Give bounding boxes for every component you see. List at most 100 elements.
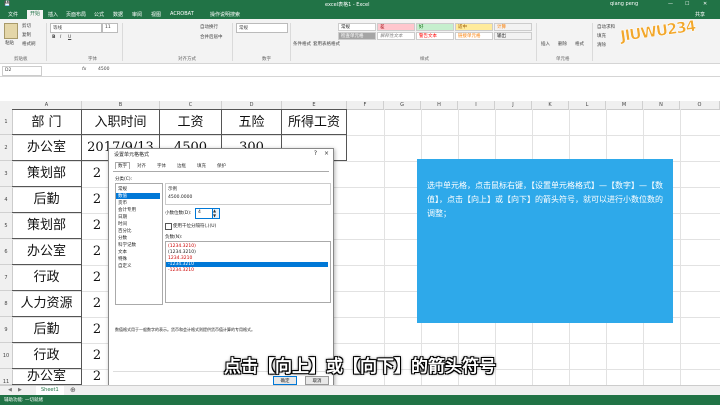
number-format-select[interactable]: 常规 [236,23,288,33]
category-item[interactable]: 文本 [118,249,127,255]
dept-cell[interactable]: 后勤 [12,187,82,213]
style-output[interactable]: 输出 [494,32,532,40]
column-header[interactable]: M [606,101,643,109]
tab-insert[interactable]: 插入 [48,11,58,18]
row-header[interactable]: 6 [0,239,12,265]
category-item[interactable]: 自定义 [118,263,132,269]
formula-input[interactable]: 4500 [98,67,109,72]
style-calc[interactable]: 计算 [494,23,532,31]
negative-option[interactable]: 1234.3210 [168,256,192,261]
italic-button[interactable]: I [60,35,61,40]
style-explain[interactable]: 解释性文本 [377,32,415,40]
fill-button[interactable]: 填充 [597,33,606,39]
tab-review[interactable]: 审阅 [132,11,142,18]
column-header[interactable]: G [384,101,421,109]
wrap-text-button[interactable]: 自动换行 [200,24,218,30]
category-item[interactable]: 日期 [118,214,127,220]
header-salary[interactable]: 工资 [160,109,222,135]
row-header[interactable]: 5 [0,213,12,239]
column-header[interactable]: F [347,101,384,109]
negative-option[interactable]: (1234.3210) [168,244,196,249]
tab-acrobat[interactable]: ACROBAT [170,11,194,17]
date-cell[interactable]: 2 [88,161,106,187]
dialog-tab-alignment[interactable]: 对齐 [135,163,148,169]
paste-button[interactable]: 粘贴 [5,40,14,46]
row-header[interactable]: 3 [0,161,12,187]
column-header[interactable]: L [569,101,606,109]
header-net-salary[interactable]: 所得工资 [282,109,347,135]
category-item[interactable]: 分数 [118,235,127,241]
help-icon[interactable]: ? [314,150,317,157]
tab-file[interactable]: 文件 [8,11,18,18]
user-name[interactable]: qiang peng [610,1,638,7]
decimal-places-input[interactable]: 4 [195,208,213,219]
merge-center-button[interactable]: 合并后居中 [200,34,223,40]
date-cell[interactable]: 2 [88,239,106,265]
fx-icon[interactable]: fx [82,67,86,72]
row-header[interactable]: 2 [0,135,12,161]
insert-cells-button[interactable]: 插入 [541,41,550,47]
header-insurance[interactable]: 五险 [222,109,282,135]
column-header[interactable]: E [282,101,347,109]
tell-me-search[interactable]: 操作说明搜索 [210,11,240,18]
paste-icon[interactable] [4,23,18,39]
dept-cell[interactable]: 策划部 [12,213,82,239]
close-icon[interactable]: × [324,150,329,157]
dialog-tab-font[interactable]: 字体 [155,163,168,169]
header-hire-date[interactable]: 入职时间 [82,109,160,135]
column-header[interactable]: J [495,101,532,109]
date-cell[interactable]: 2 [88,265,106,291]
style-warning[interactable]: 警告文本 [416,32,454,40]
copy-button[interactable]: 复制 [22,32,31,38]
column-header[interactable]: D [222,101,282,109]
tab-home[interactable]: 开始 [27,10,44,19]
cut-button[interactable]: 剪切 [22,23,31,29]
tab-page-layout[interactable]: 页面布局 [66,11,86,18]
category-item[interactable]: 科学记数 [118,242,136,248]
dialog-tab-protection[interactable]: 保护 [215,163,228,169]
dept-cell[interactable]: 人力资源 [12,291,82,317]
font-name-select[interactable]: 等线 [50,23,102,33]
table-format-button[interactable]: 套用表格格式 [313,41,340,47]
negative-option[interactable]: -1234.3210 [168,268,194,273]
style-good[interactable]: 好 [416,23,454,31]
dept-cell[interactable]: 行政 [12,265,82,291]
column-header[interactable]: H [421,101,458,109]
category-item[interactable]: 会计专用 [118,207,136,213]
dialog-tab-number[interactable]: 数字 [115,162,130,169]
column-header[interactable]: I [458,101,495,109]
category-item-selected[interactable]: 数值 [116,193,160,199]
dept-cell[interactable]: 办公室 [12,239,82,265]
underline-button[interactable]: U [68,35,71,40]
save-icon[interactable]: 💾 [4,1,10,7]
bold-button[interactable]: B [52,35,55,40]
dept-cell[interactable]: 后勤 [12,317,82,343]
negative-option[interactable]: (1234.3210) [168,250,196,255]
dept-cell[interactable]: 办公室 [12,135,82,161]
category-list[interactable]: 常规 数值 货币 会计专用 日期 时间 百分比 分数 科学记数 文本 特殊 自定… [115,183,163,305]
category-item[interactable]: 特殊 [118,256,127,262]
ok-button[interactable]: 确定 [273,376,297,385]
font-size-select[interactable]: 11 [102,23,118,33]
conditional-format-button[interactable]: 条件格式 [293,41,311,47]
category-item[interactable]: 货币 [118,200,127,206]
negative-option-selected[interactable]: -1234.3210 [166,262,328,267]
dept-cell[interactable]: 策划部 [12,161,82,187]
negative-number-list[interactable]: (1234.3210) (1234.3210) 1234.3210 -1234.… [165,241,331,303]
share-button[interactable]: 共享 [695,11,705,18]
column-header[interactable]: O [680,101,720,109]
date-cell[interactable]: 2 [88,187,106,213]
name-box[interactable]: D2 [2,66,42,76]
row-header[interactable]: 7 [0,265,12,291]
format-cells-button[interactable]: 格式 [575,41,584,47]
column-header[interactable]: K [532,101,569,109]
tab-formulas[interactable]: 公式 [94,11,104,18]
decimal-spinner[interactable]: ▲ ▼ [212,208,220,219]
format-painter-button[interactable]: 格式刷 [22,41,36,47]
clear-button[interactable]: 清除 [597,42,606,48]
row-header[interactable]: 9 [0,317,12,343]
date-cell[interactable]: 2 [88,213,106,239]
column-header[interactable]: B [82,101,160,109]
column-header[interactable]: A [12,101,82,109]
sheet-nav-left-icon[interactable]: ◀ [8,387,12,393]
